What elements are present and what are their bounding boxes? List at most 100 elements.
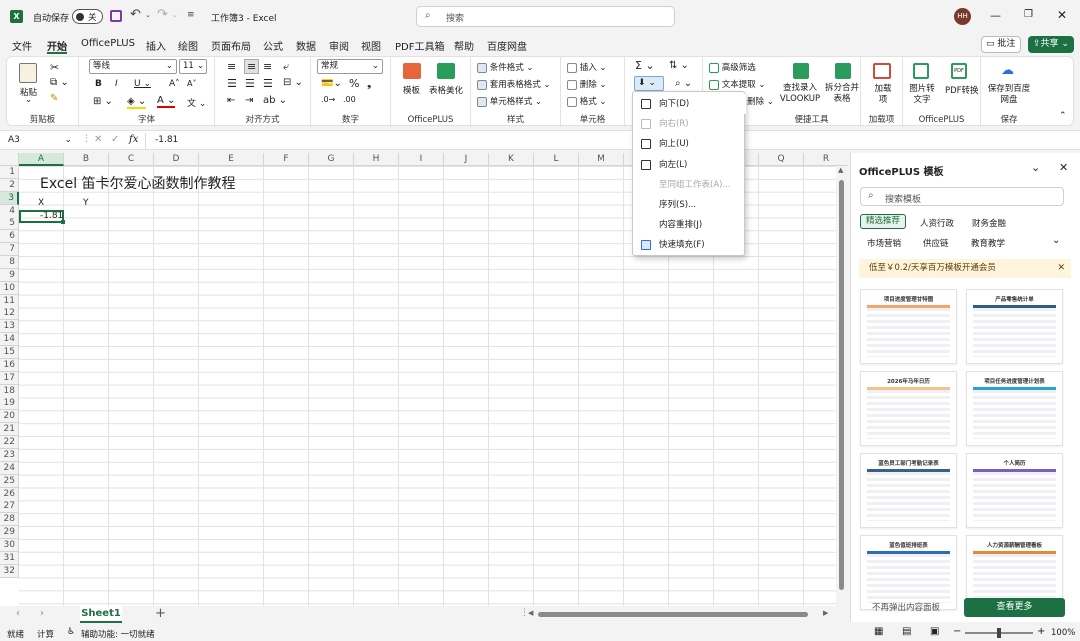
addin-icon[interactable]	[873, 63, 891, 79]
row-header-17[interactable]: 17	[0, 371, 19, 385]
scroll-up-icon[interactable]: ▲	[838, 166, 843, 174]
next-sheet-icon[interactable]: ›	[40, 608, 44, 619]
split-merge-icon[interactable]	[835, 63, 851, 79]
panel-close-icon[interactable]: ✕	[1059, 161, 1068, 174]
template-card[interactable]: 项目任务进度管理计划表	[966, 371, 1063, 446]
promo-close-icon[interactable]: ✕	[1057, 259, 1065, 278]
row-header-29[interactable]: 29	[0, 526, 19, 540]
image-to-text-button[interactable]: 图片转文字	[909, 84, 935, 106]
row-header-5[interactable]: 5	[0, 217, 19, 231]
x-header-cell[interactable]: X	[38, 198, 44, 208]
column-header-b[interactable]: B	[64, 153, 109, 166]
column-header-j[interactable]: J	[444, 153, 489, 166]
align-center-icon[interactable]: ☰	[245, 77, 255, 90]
template-card[interactable]: 2026年马年日历	[860, 371, 957, 446]
text-extract-button[interactable]: 文本提取 ⌄	[709, 78, 766, 90]
row-header-8[interactable]: 8	[0, 256, 19, 270]
vertical-scrollbar[interactable]: ▲	[836, 166, 848, 606]
tab-data[interactable]: 数据	[296, 38, 316, 53]
fill-menu-item-7[interactable]: 快速填充(F)	[633, 235, 746, 255]
fill-menu-item-0[interactable]: 向下(D)	[633, 94, 746, 114]
row-header-18[interactable]: 18	[0, 384, 19, 398]
fill-menu-item-5[interactable]: 序列(S)...	[633, 195, 746, 215]
fill-button[interactable]: ⬇ ⌄	[634, 76, 664, 91]
autosum-icon[interactable]: Σ ⌄	[635, 59, 655, 72]
customize-toolbar-icon[interactable]: ≡	[187, 10, 195, 20]
image-to-text-icon[interactable]	[913, 63, 929, 79]
column-header-g[interactable]: G	[309, 153, 354, 166]
increase-decimal-icon[interactable]: .0→	[321, 95, 335, 104]
promo-banner[interactable]: 低至￥0.2/天享百万模板开通会员 ✕	[859, 259, 1071, 278]
tab-view[interactable]: 视图	[361, 38, 381, 53]
search-box[interactable]: ⌕ 搜索	[416, 6, 675, 27]
column-header-r[interactable]: R	[804, 153, 848, 166]
row-header-1[interactable]: 1	[0, 166, 19, 179]
column-header-m[interactable]: M	[579, 153, 624, 166]
template-card[interactable]: 项目进度管理甘特图	[860, 289, 957, 364]
pdf-convert-icon[interactable]: PDF	[951, 63, 967, 79]
row-header-30[interactable]: 30	[0, 538, 19, 552]
zoom-out-icon[interactable]: −	[953, 626, 961, 637]
align-left-icon[interactable]: ☰	[227, 77, 237, 90]
panel-collapse-icon[interactable]: ⌄	[1031, 161, 1040, 174]
paste-dropdown-icon[interactable]: ⌄	[25, 95, 32, 105]
normal-view-icon[interactable]: ▦	[874, 626, 883, 637]
y-header-cell[interactable]: Y	[83, 198, 89, 208]
row-header-7[interactable]: 7	[0, 243, 19, 257]
italic-button[interactable]: I	[115, 79, 118, 89]
save-icon[interactable]	[110, 10, 122, 22]
increase-font-icon[interactable]: A˄	[169, 79, 180, 89]
column-header-c[interactable]: C	[109, 153, 154, 166]
number-format-select[interactable]: 常规 ⌄	[317, 59, 383, 74]
column-header-f[interactable]: F	[264, 153, 309, 166]
tab-home[interactable]: 开始	[47, 38, 67, 53]
tab-insert[interactable]: 插入	[146, 38, 166, 53]
column-header-d[interactable]: D	[154, 153, 199, 166]
zoom-slider[interactable]	[965, 628, 1033, 638]
scroll-left-icon[interactable]: ◀	[528, 609, 533, 617]
fill-handle[interactable]	[61, 220, 65, 224]
row-header-28[interactable]: 28	[0, 513, 19, 527]
row-header-32[interactable]: 32	[0, 564, 19, 578]
find-select-icon[interactable]: ⌕ ⌄	[675, 78, 692, 89]
font-name-select[interactable]: 等线 ⌄	[89, 59, 177, 74]
fill-menu-item-2[interactable]: 向上(U)	[633, 134, 746, 154]
fill-menu-item-3[interactable]: 向左(L)	[633, 155, 746, 175]
delete-cells-button[interactable]: 删除 ⌄	[567, 78, 607, 90]
advanced-filter-button[interactable]: 高级筛选	[709, 61, 756, 73]
tab-officeplus[interactable]: OfficePLUS	[81, 38, 135, 49]
insert-function-icon[interactable]: fx	[129, 134, 138, 145]
wrap-text-icon[interactable]: ⤶	[283, 60, 289, 74]
font-color-icon[interactable]: A ⌄	[157, 95, 176, 108]
page-layout-view-icon[interactable]: ▤	[902, 626, 911, 637]
row-header-6[interactable]: 6	[0, 230, 19, 244]
minimize-icon[interactable]: —	[990, 9, 1001, 22]
title-cell[interactable]: Excel 笛卡尔爱心函数制作教程	[40, 173, 236, 193]
redo-dropdown-icon[interactable]: ⌄	[172, 11, 178, 19]
row-header-20[interactable]: 20	[0, 410, 19, 424]
vertical-scroll-thumb[interactable]	[839, 180, 844, 590]
category-education[interactable]: 教育教学	[971, 237, 1005, 249]
column-header-i[interactable]: I	[399, 153, 444, 166]
percent-icon[interactable]: %	[349, 77, 359, 90]
row-header-21[interactable]: 21	[0, 423, 19, 437]
paste-icon[interactable]	[19, 63, 37, 83]
insert-cells-button[interactable]: 插入 ⌄	[567, 61, 607, 73]
cut-icon[interactable]: ✂	[50, 61, 59, 74]
row-header-12[interactable]: 12	[0, 307, 19, 321]
undo-icon[interactable]: ↶	[130, 7, 141, 22]
tab-baidu[interactable]: 百度网盘	[487, 38, 527, 53]
vlookup-icon[interactable]	[793, 63, 809, 79]
row-header-27[interactable]: 27	[0, 500, 19, 514]
row-header-3[interactable]: 3	[0, 191, 19, 205]
template-card[interactable]: 蓝色值班排班表	[860, 535, 957, 610]
close-icon[interactable]: ✕	[1057, 8, 1067, 22]
autosave-toggle[interactable]: 关	[72, 9, 103, 24]
template-button[interactable]: 模板	[403, 84, 420, 96]
template-card[interactable]: 产品零售统计单	[966, 289, 1063, 364]
page-break-view-icon[interactable]: ▣	[930, 626, 939, 637]
fill-menu-item-6[interactable]: 内容重排(J)	[633, 215, 746, 235]
vlookup-button[interactable]: 查找录入VLOOKUP	[779, 83, 821, 105]
select-all-corner[interactable]	[0, 153, 19, 166]
row-header-11[interactable]: 11	[0, 294, 19, 308]
